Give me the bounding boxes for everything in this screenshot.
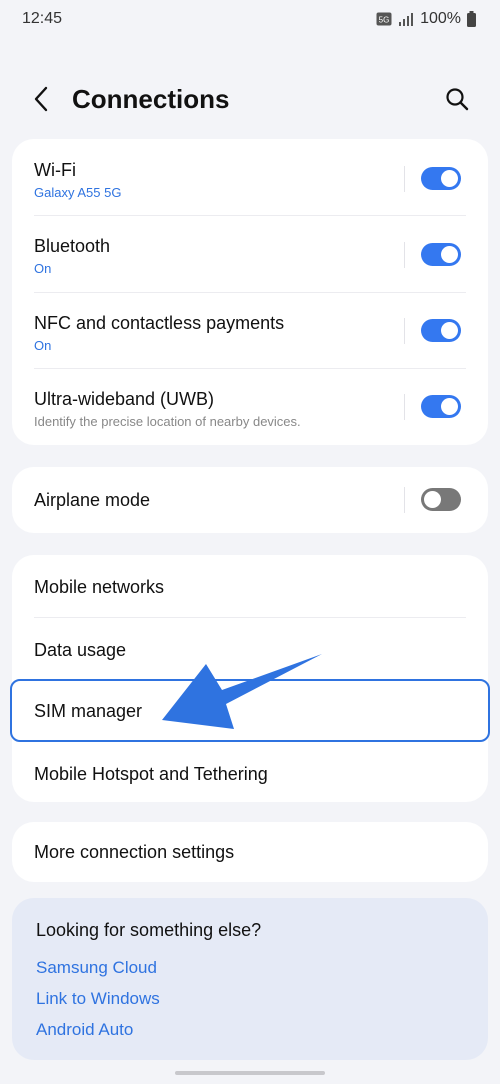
wifi-row[interactable]: Wi-Fi Galaxy A55 5G	[12, 139, 488, 215]
wifi-title: Wi-Fi	[34, 160, 76, 180]
network-menu-card: Mobile networks Data usage SIM manager M…	[12, 555, 488, 802]
uwb-toggle[interactable]	[421, 395, 461, 418]
status-time: 12:45	[22, 10, 63, 27]
nfc-title: NFC and contactless payments	[34, 313, 285, 333]
link-samsung-cloud[interactable]: Samsung Cloud	[36, 958, 157, 978]
toggle-knob	[441, 322, 458, 339]
airplane-toggle[interactable]	[421, 488, 461, 511]
wifi-separator	[404, 166, 405, 192]
network-badge-text: 5G	[379, 16, 390, 25]
screen: 12:45 5G 100% Connections Wi-Fi Galaxy A…	[0, 0, 500, 1084]
link-android-auto[interactable]: Android Auto	[36, 1020, 133, 1040]
more-settings-card: More connection settings	[12, 822, 488, 882]
nfc-separator	[404, 318, 405, 344]
data-usage-row[interactable]: Data usage	[12, 618, 488, 680]
search-button[interactable]	[440, 84, 474, 118]
back-button[interactable]	[26, 84, 56, 118]
connections-toggles-card: Wi-Fi Galaxy A55 5G Bluetooth On NFC and…	[12, 139, 488, 445]
hotspot-title: Mobile Hotspot and Tethering	[34, 764, 268, 784]
home-indicator[interactable]	[175, 1071, 325, 1075]
wifi-subtitle: Galaxy A55 5G	[34, 185, 122, 200]
toggle-knob	[441, 398, 458, 415]
data-usage-title: Data usage	[34, 640, 127, 660]
uwb-subtitle: Identify the precise location of nearby …	[34, 414, 301, 429]
hotspot-row[interactable]: Mobile Hotspot and Tethering	[12, 742, 488, 802]
uwb-row[interactable]: Ultra-wideband (UWB) Identify the precis…	[12, 369, 488, 445]
sim-manager-row[interactable]: SIM manager	[12, 680, 488, 742]
status-bar: 12:45 5G 100%	[0, 0, 500, 42]
search-icon	[445, 87, 469, 116]
bluetooth-title: Bluetooth	[34, 236, 111, 256]
bluetooth-toggle[interactable]	[421, 243, 461, 266]
toggle-knob	[441, 170, 458, 187]
nfc-subtitle: On	[34, 338, 52, 353]
more-settings-title: More connection settings	[34, 842, 235, 862]
nfc-toggle[interactable]	[421, 319, 461, 342]
airplane-title: Airplane mode	[34, 490, 151, 510]
wifi-toggle[interactable]	[421, 167, 461, 190]
airplane-row[interactable]: Airplane mode	[12, 467, 488, 533]
page-title: Connections	[72, 84, 230, 114]
status-icons: 5G 100%	[376, 10, 476, 28]
5g-icon: 5G	[376, 12, 392, 26]
suggestions-title: Looking for something else?	[36, 920, 262, 940]
toggle-knob	[441, 246, 458, 263]
mobile-networks-title: Mobile networks	[34, 577, 165, 597]
nfc-row[interactable]: NFC and contactless payments On	[12, 293, 488, 368]
battery-icon	[467, 11, 476, 27]
link-to-windows[interactable]: Link to Windows	[36, 989, 160, 1009]
uwb-title: Ultra-wideband (UWB)	[34, 389, 215, 409]
toggle-knob	[424, 491, 441, 508]
airplane-separator	[404, 487, 405, 513]
suggestions-card: Looking for something else? Samsung Clou…	[12, 898, 488, 1060]
battery-text: 100%	[420, 10, 461, 27]
bluetooth-row[interactable]: Bluetooth On	[12, 216, 488, 292]
sim-manager-title: SIM manager	[34, 701, 143, 721]
airplane-card: Airplane mode	[12, 467, 488, 533]
header: Connections	[0, 78, 500, 124]
bluetooth-separator	[404, 242, 405, 268]
mobile-networks-row[interactable]: Mobile networks	[12, 555, 488, 617]
chevron-left-icon	[33, 86, 49, 117]
signal-icon	[398, 12, 414, 26]
bluetooth-subtitle: On	[34, 261, 52, 276]
uwb-separator	[404, 394, 405, 420]
more-settings-row[interactable]: More connection settings	[12, 822, 488, 882]
